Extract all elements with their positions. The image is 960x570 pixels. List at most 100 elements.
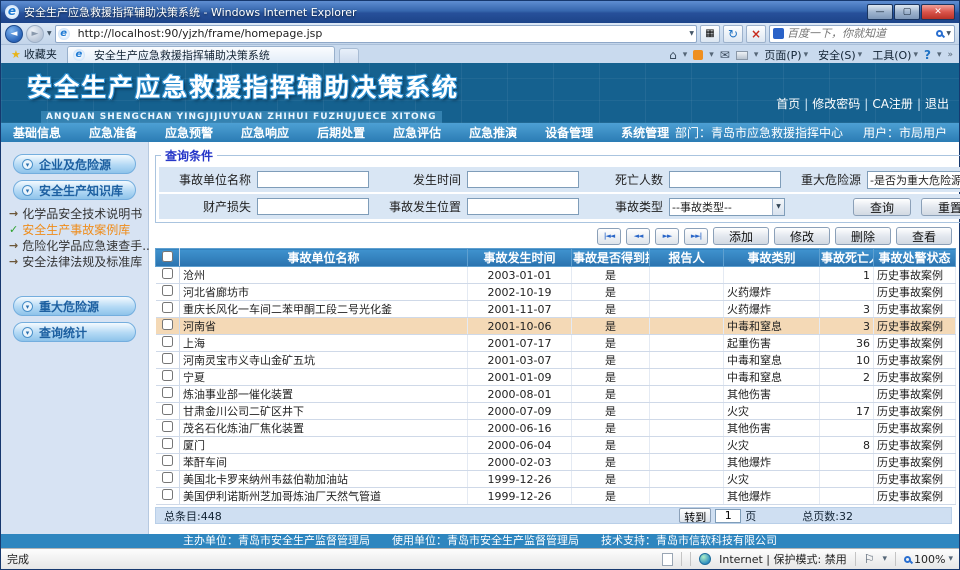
last-page-button[interactable]: ►►| bbox=[684, 228, 708, 245]
delete-button[interactable]: 删除 bbox=[835, 227, 891, 245]
table-row[interactable]: 茂名石化炼油厂焦化装置2000-06-16是其他伤害历史事故案例 bbox=[156, 420, 956, 437]
sidebar-item-2-3[interactable]: →危险化学品应急速查手... bbox=[9, 238, 148, 254]
sidebar-item-2-4[interactable]: →安全法律法规及标准库 bbox=[9, 254, 148, 270]
back-button[interactable]: ◄ bbox=[5, 25, 23, 43]
nav-item-5[interactable]: 后期处置 bbox=[317, 124, 365, 141]
sidebar-group-3[interactable]: ▾重大危险源 bbox=[13, 296, 136, 316]
nav-item-9[interactable]: 系统管理 bbox=[621, 124, 669, 141]
query-input-1-1[interactable] bbox=[257, 171, 369, 188]
help-icon[interactable]: ? bbox=[924, 48, 931, 62]
row-checkbox[interactable] bbox=[162, 336, 173, 347]
select-all-checkbox[interactable] bbox=[162, 251, 173, 262]
table-row[interactable]: 甘肃金川公司二矿区井下2000-07-09是火灾17历史事故案例 bbox=[156, 403, 956, 420]
search-icon[interactable] bbox=[936, 30, 943, 37]
feeds-icon[interactable] bbox=[693, 50, 703, 60]
row-checkbox[interactable] bbox=[162, 353, 173, 364]
header-link-4[interactable]: 退出 bbox=[925, 95, 949, 112]
sidebar-group-1[interactable]: ▾企业及危险源 bbox=[13, 154, 136, 174]
table-row[interactable]: 美国伊利诺斯州芝加哥炼油厂天然气管道1999-12-26是其他爆炸历史事故案例 bbox=[156, 488, 956, 505]
goto-page-button[interactable]: 转到 bbox=[679, 508, 711, 523]
reset-button[interactable]: 重置 bbox=[921, 198, 960, 216]
row-checkbox[interactable] bbox=[162, 370, 173, 381]
row-checkbox[interactable] bbox=[162, 319, 173, 330]
prev-page-button[interactable]: ◄◄ bbox=[626, 228, 650, 245]
sidebar-group-4[interactable]: ▾查询统计 bbox=[13, 322, 136, 342]
row-checkbox[interactable] bbox=[162, 285, 173, 296]
row-checkbox[interactable] bbox=[162, 302, 173, 313]
row-checkbox[interactable] bbox=[162, 489, 173, 500]
table-row[interactable]: 厦门2000-06-04是火灾8历史事故案例 bbox=[156, 437, 956, 454]
row-checkbox[interactable] bbox=[162, 387, 173, 398]
protected-mode-icon[interactable]: ⚐ bbox=[864, 552, 875, 566]
compatibility-view-button[interactable]: ▦ bbox=[700, 25, 720, 43]
protected-dropdown-icon[interactable]: ▾ bbox=[882, 554, 887, 564]
row-checkbox[interactable] bbox=[162, 455, 173, 466]
header-link-2[interactable]: 修改密码 bbox=[812, 95, 860, 112]
forward-button[interactable]: ► bbox=[26, 25, 44, 43]
modify-button[interactable]: 修改 bbox=[774, 227, 830, 245]
address-field[interactable]: e http://localhost:90/yjzh/frame/homepag… bbox=[55, 25, 697, 43]
favorites-button[interactable]: ★ 收藏夹 bbox=[5, 45, 63, 63]
search-button[interactable]: 查询 bbox=[853, 198, 911, 216]
row-checkbox[interactable] bbox=[162, 421, 173, 432]
nav-item-4[interactable]: 应急响应 bbox=[241, 124, 289, 141]
next-page-button[interactable]: ►► bbox=[655, 228, 679, 245]
row-checkbox[interactable] bbox=[162, 268, 173, 279]
tab-active[interactable]: e 安全生产应急救援指挥辅助决策系统 bbox=[67, 46, 335, 63]
safety-menu[interactable]: 安全(S)▾ bbox=[818, 47, 862, 63]
new-tab-button[interactable] bbox=[339, 48, 359, 63]
table-row[interactable]: 河北省廊坊市2002-10-19是火药爆炸历史事故案例 bbox=[156, 284, 956, 301]
print-dropdown-icon[interactable]: ▾ bbox=[754, 50, 759, 60]
header-link-1[interactable]: 首页 bbox=[776, 95, 800, 112]
search-options-icon[interactable]: ▼ bbox=[946, 30, 951, 37]
query-select-2-3[interactable]: --事故类型--▼ bbox=[669, 198, 785, 216]
search-input[interactable] bbox=[787, 27, 933, 40]
stop-button[interactable]: × bbox=[746, 25, 766, 43]
query-input-2-1[interactable] bbox=[257, 198, 369, 215]
add-button[interactable]: 添加 bbox=[713, 227, 769, 245]
overflow-chevron-icon[interactable]: » bbox=[947, 50, 953, 60]
row-checkbox[interactable] bbox=[162, 404, 173, 415]
query-input-2-2[interactable] bbox=[467, 198, 579, 215]
nav-item-2[interactable]: 应急准备 bbox=[89, 124, 137, 141]
refresh-button[interactable]: ↻ bbox=[723, 25, 743, 43]
sidebar-item-2-2[interactable]: ✓安全生产事故案例库 bbox=[9, 222, 148, 238]
sidebar-group-2[interactable]: ▾安全生产知识库 bbox=[13, 180, 136, 200]
table-row[interactable]: 沧州2003-01-01是1历史事故案例 bbox=[156, 267, 956, 284]
sidebar-item-2-1[interactable]: →化学品安全技术说明书 bbox=[9, 206, 148, 222]
row-checkbox[interactable] bbox=[162, 438, 173, 449]
nav-item-7[interactable]: 应急推演 bbox=[469, 124, 517, 141]
mail-icon[interactable]: ✉ bbox=[720, 48, 730, 62]
feeds-dropdown-icon[interactable]: ▾ bbox=[709, 50, 714, 60]
query-input-1-3[interactable] bbox=[669, 171, 781, 188]
row-checkbox[interactable] bbox=[162, 472, 173, 483]
tools-menu[interactable]: 工具(O)▾ bbox=[872, 47, 918, 63]
table-row[interactable]: 宁夏2001-01-09是中毒和窒息2历史事故案例 bbox=[156, 369, 956, 386]
first-page-button[interactable]: |◄◄ bbox=[597, 228, 621, 245]
table-row[interactable]: 苯酐车间2000-02-03是其他爆炸历史事故案例 bbox=[156, 454, 956, 471]
table-row[interactable]: 美国北卡罗来纳州韦兹伯勒加油站1999-12-26是火灾历史事故案例 bbox=[156, 471, 956, 488]
close-button[interactable]: ✕ bbox=[921, 4, 955, 20]
nav-item-1[interactable]: 基础信息 bbox=[13, 124, 61, 141]
print-icon[interactable] bbox=[736, 51, 748, 60]
table-row[interactable]: 炼油事业部一催化装置2000-08-01是其他伤害历史事故案例 bbox=[156, 386, 956, 403]
view-button[interactable]: 查看 bbox=[896, 227, 952, 245]
home-icon[interactable]: ⌂ bbox=[669, 48, 677, 62]
nav-item-8[interactable]: 设备管理 bbox=[545, 124, 593, 141]
table-row[interactable]: 河南省2001-10-06是中毒和窒息3历史事故案例 bbox=[156, 318, 956, 335]
query-input-1-2[interactable] bbox=[467, 171, 579, 188]
table-row[interactable]: 河南灵宝市义寺山金矿五坑2001-03-07是中毒和窒息10历史事故案例 bbox=[156, 352, 956, 369]
query-select-1-4[interactable]: -是否为重大危险源-▼ bbox=[867, 171, 960, 189]
help-dropdown-icon[interactable]: ▾ bbox=[937, 50, 942, 60]
zoom-control[interactable]: 100% ▾ bbox=[904, 553, 953, 566]
history-dropdown-icon[interactable]: ▼ bbox=[47, 30, 52, 37]
address-dropdown-icon[interactable]: ▼ bbox=[689, 30, 694, 37]
table-row[interactable]: 上海2001-07-17是起重伤害36历史事故案例 bbox=[156, 335, 956, 352]
nav-item-3[interactable]: 应急预警 bbox=[165, 124, 213, 141]
nav-item-6[interactable]: 应急评估 bbox=[393, 124, 441, 141]
page-menu[interactable]: 页面(P)▾ bbox=[764, 47, 808, 63]
header-link-3[interactable]: CA注册 bbox=[872, 95, 913, 112]
page-number-input[interactable] bbox=[715, 509, 741, 523]
home-dropdown-icon[interactable]: ▾ bbox=[683, 50, 688, 60]
maximize-button[interactable]: ▢ bbox=[894, 4, 920, 20]
